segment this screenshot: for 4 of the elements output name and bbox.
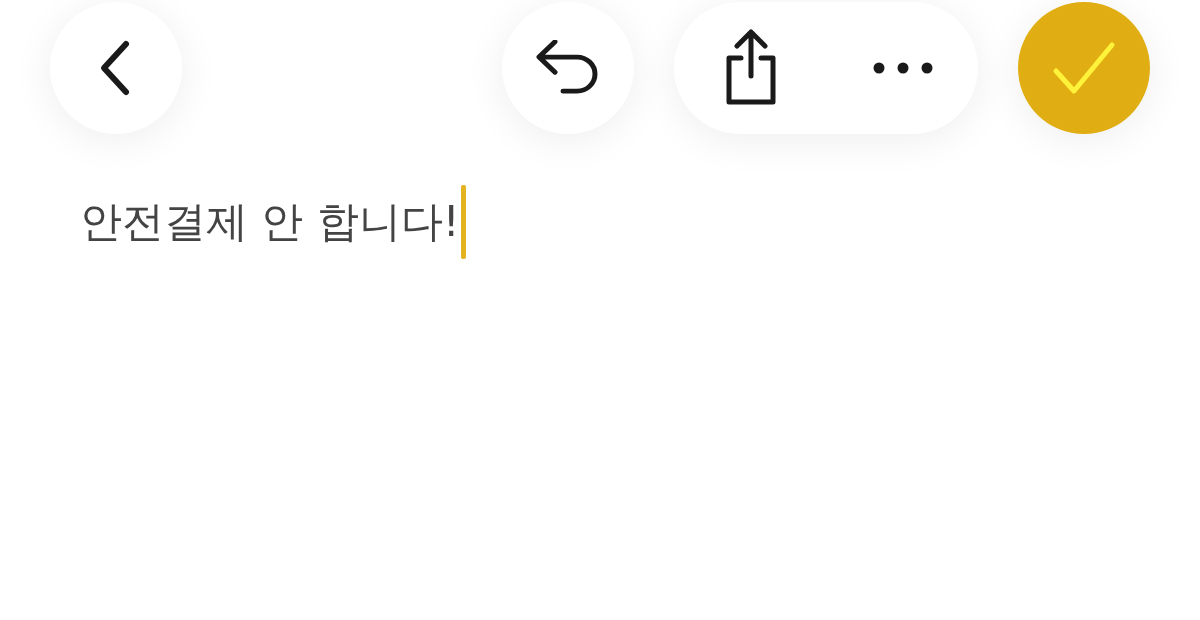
more-icon bbox=[871, 61, 934, 75]
checkmark-icon bbox=[1052, 41, 1116, 95]
note-text: 안전결제 안 합니다! bbox=[80, 196, 460, 248]
more-button[interactable] bbox=[871, 61, 934, 75]
